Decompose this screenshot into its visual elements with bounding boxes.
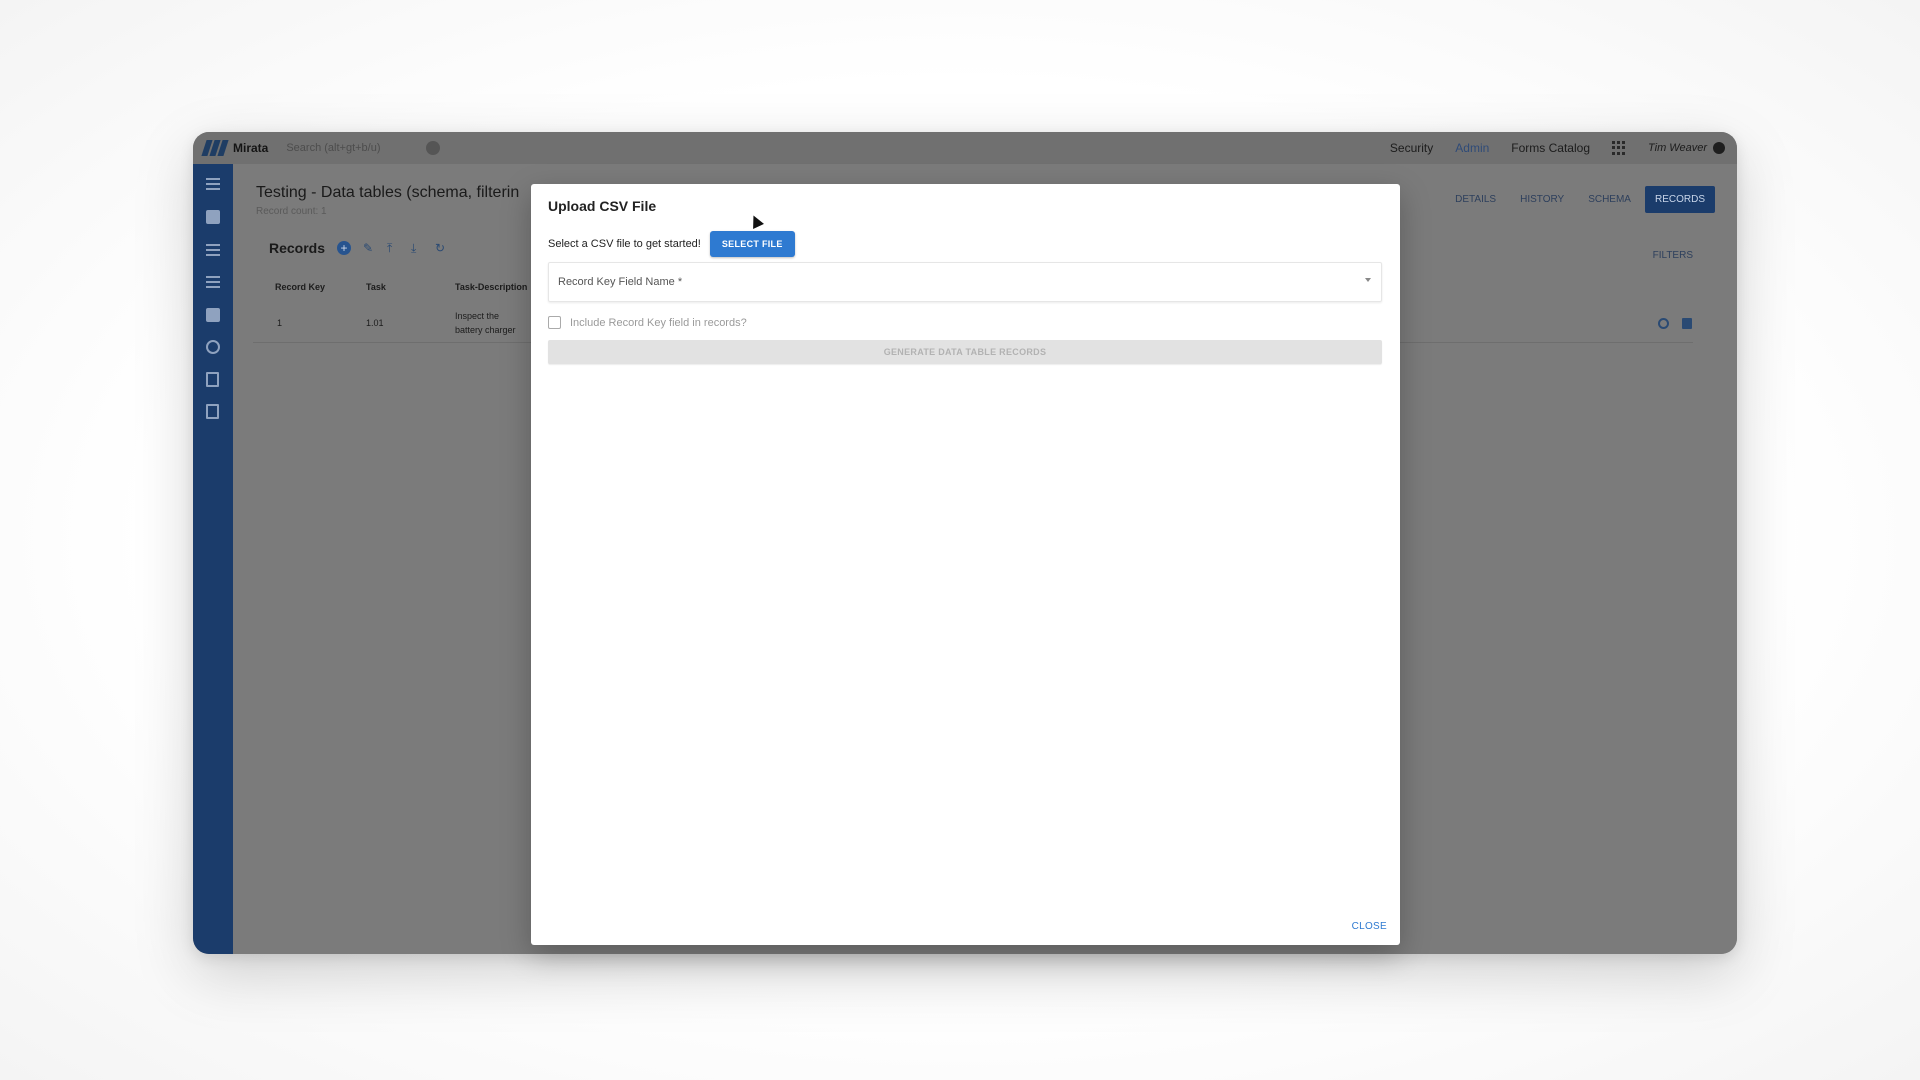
select-file-button[interactable]: SELECT FILE [709,231,795,257]
add-record-icon[interactable]: + [337,241,352,255]
column-header[interactable]: Record Key [275,282,325,292]
delete-icon[interactable] [1682,318,1692,329]
nav-forms-catalog[interactable]: Forms Catalog [1511,141,1590,155]
copy-icon[interactable] [206,404,219,419]
widgets-icon[interactable] [206,308,220,322]
tab-details[interactable]: DETAILS [1445,186,1506,213]
close-button[interactable]: CLOSE [1352,921,1387,932]
tab-bar: DETAILS HISTORY SCHEMA RECORDS [1445,186,1715,213]
generate-records-button[interactable]: GENERATE DATA TABLE RECORDS [548,340,1382,364]
column-header[interactable]: Task-Description [455,282,527,292]
select-prompt: Select a CSV file to get started! [548,238,701,250]
nav-security[interactable]: Security [1390,141,1433,155]
download-icon[interactable]: ⤓ [411,242,423,254]
tab-history[interactable]: HISTORY [1510,186,1574,213]
include-record-key-row: Include Record Key field in records? [548,316,747,329]
include-record-key-label: Include Record Key field in records? [570,316,747,329]
sidebar [193,164,233,954]
chevron-down-icon [1365,278,1371,282]
apps-grid-icon[interactable] [1612,141,1626,155]
history-icon[interactable] [206,340,220,354]
cell-description-line2: battery charger [455,325,516,335]
tab-schema[interactable]: SCHEMA [1578,186,1641,213]
filters-button[interactable]: FILTERS [1653,250,1693,261]
mirata-logo-icon [201,138,229,158]
help-icon[interactable] [426,141,441,155]
restore-icon[interactable] [1658,318,1669,329]
record-key-field-select[interactable]: Record Key Field Name * [548,262,1382,302]
user-name: Tim Weaver [1648,142,1707,154]
dashboard-icon[interactable] [206,210,220,224]
records-heading: Records [269,240,326,256]
cell-task: 1.01 [366,318,384,328]
upload-csv-dialog: Upload CSV File Select a CSV file to get… [531,184,1400,945]
edit-icon[interactable]: ✎ [363,242,375,254]
record-count: Record count: 1 [256,206,327,217]
nav-admin[interactable]: Admin [1455,141,1489,155]
tab-records[interactable]: RECORDS [1644,186,1715,213]
records-toolbar: Records + ✎ ⤒ ⤓ ↻ [269,240,447,256]
select-file-row: Select a CSV file to get started! SELECT… [548,231,795,257]
include-record-key-checkbox[interactable] [548,316,561,329]
logo[interactable]: Mirata [201,138,268,158]
cell-description-line1: Inspect the [455,311,500,321]
sliders-icon[interactable] [206,276,220,288]
dialog-title: Upload CSV File [548,198,657,214]
cell-record-key: 1 [277,318,283,328]
global-search-input[interactable]: Search (alt+gt+b/u) [282,137,416,159]
document-icon[interactable] [206,372,219,387]
upload-icon[interactable]: ⤒ [387,242,399,254]
list-icon[interactable] [206,244,220,256]
page-title: Testing - Data tables (schema, filterin [256,184,520,201]
brand-name: Mirata [233,141,269,155]
account-icon [1713,142,1725,154]
record-key-field-label: Record Key Field Name * [558,276,683,288]
column-header[interactable]: Task [366,282,386,292]
refresh-icon[interactable]: ↻ [435,242,447,254]
menu-icon[interactable] [206,178,220,190]
top-bar: Mirata Search (alt+gt+b/u) Security Admi… [193,132,1737,164]
user-menu[interactable]: Tim Weaver [1648,142,1725,154]
